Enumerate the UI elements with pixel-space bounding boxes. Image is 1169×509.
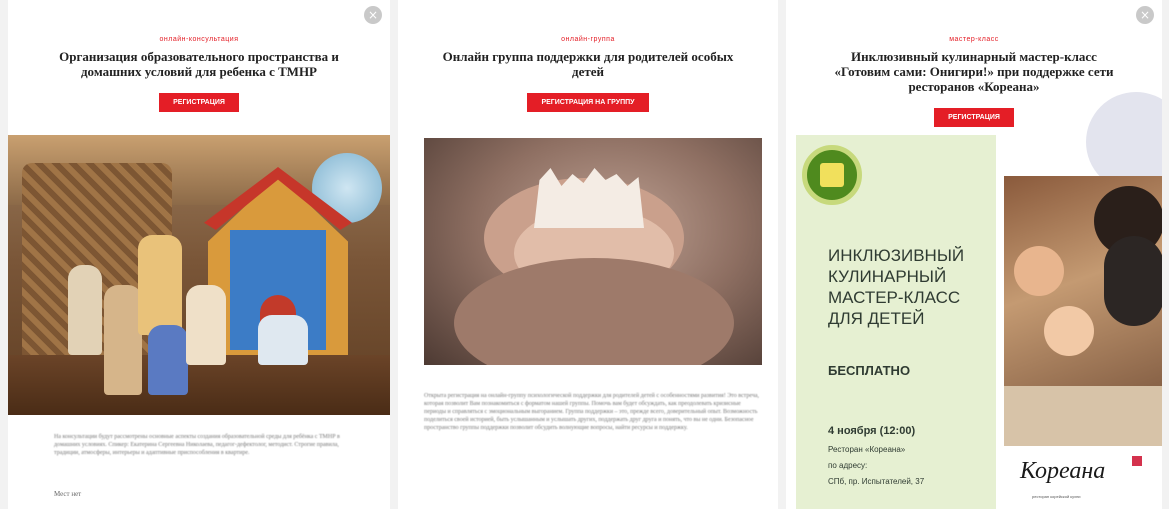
poster-date: 4 ноября (12:00)	[828, 425, 916, 437]
category-icon	[802, 145, 862, 205]
event-description: Открыта регистрация на онлайн-группу пси…	[424, 393, 760, 431]
event-category: мастер-класс	[949, 36, 999, 43]
poster-venue: Ресторан «Кореана»	[828, 445, 906, 454]
photo-figure	[148, 325, 188, 395]
photo-hand	[454, 258, 734, 365]
sponsor-logo-sub: ресторан корейской кухни	[1032, 494, 1081, 499]
event-title: Онлайн группа поддержки для родителей ос…	[442, 49, 734, 79]
photo-table	[1004, 386, 1162, 446]
event-category: онлайн-группа	[561, 36, 615, 43]
event-card-master-class: × мастер-класс Инклюзивный кулинарный ма…	[786, 0, 1162, 509]
poster-address: СПб, пр. Испытателей, 37	[828, 477, 925, 486]
photo-figure	[186, 285, 226, 365]
register-button[interactable]: РЕГИСТРАЦИЯ	[159, 93, 239, 112]
event-photo-toys	[8, 135, 390, 415]
event-title: Организация образовательного пространств…	[59, 49, 339, 79]
event-card-support-group: онлайн-группа Онлайн группа поддержки дл…	[398, 0, 778, 509]
event-title: Инклюзивный кулинарный мастер-класс «Гот…	[834, 49, 1114, 94]
event-poster: ИНКЛЮЗИВНЫЙ КУЛИНАРНЫЙ МАСТЕР-КЛАСС ДЛЯ …	[796, 135, 996, 509]
register-button[interactable]: РЕГИСТРАЦИЯ	[934, 108, 1014, 127]
event-description: На консультации будут рассмотрены основн…	[54, 434, 340, 456]
event-category: онлайн-консультация	[159, 36, 239, 43]
sponsor-logo-mark	[1132, 456, 1142, 466]
event-photo-hands	[424, 138, 762, 365]
photo-figure	[258, 315, 308, 365]
poster-price: БЕСПЛАТНО	[828, 363, 911, 378]
register-group-button[interactable]: РЕГИСТРАЦИЯ НА ГРУППУ	[527, 93, 649, 112]
photo-figure	[138, 235, 182, 335]
photo-person	[1014, 246, 1064, 296]
sponsor-logo-text: Кореана	[1020, 458, 1106, 484]
photo-paper-family	[534, 168, 644, 228]
card-header: онлайн-консультация Организация образова…	[8, 0, 390, 112]
card-header: онлайн-группа Онлайн группа поддержки дл…	[398, 0, 778, 112]
photo-person	[1044, 306, 1094, 356]
event-card-consultation: × онлайн-консультация Организация образо…	[8, 0, 390, 509]
photo-person	[1104, 236, 1162, 326]
category-icon-inner	[820, 163, 844, 187]
poster-address-label: по адресу:	[828, 461, 868, 470]
photo-figure	[104, 285, 142, 395]
event-photo-cooking	[1004, 176, 1162, 446]
photo-figure	[68, 265, 102, 355]
availability-note: Мест нет	[54, 490, 82, 498]
poster-headline: ИНКЛЮЗИВНЫЙ КУЛИНАРНЫЙ МАСТЕР-КЛАСС ДЛЯ …	[828, 246, 965, 328]
